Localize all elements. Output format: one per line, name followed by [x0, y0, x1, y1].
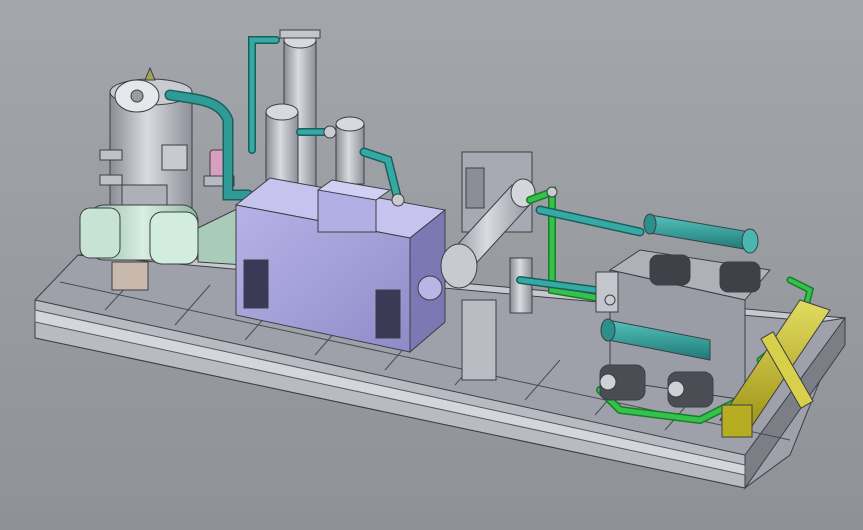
- cad-model-viewport[interactable]: [0, 0, 863, 530]
- motor-vent-left: [243, 259, 269, 309]
- motor-vent-right: [375, 289, 401, 339]
- vertical-separator[interactable]: [99, 66, 193, 216]
